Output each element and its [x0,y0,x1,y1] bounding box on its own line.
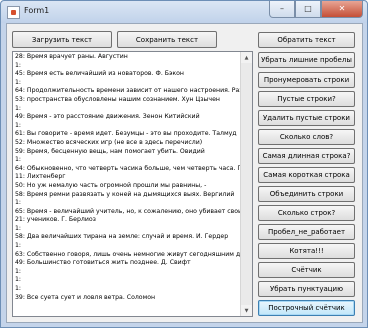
memo-line: 21: учеников. Г. Берлиоз [15,216,96,224]
load-text-button[interactable]: Загрузить текст [12,31,112,48]
memo-line: 1: [15,267,22,275]
caption-buttons: – □ ✕ [269,1,363,18]
memo-line: 1: [15,276,22,284]
memo-line: 64: Продолжительность времени зависит от… [15,87,243,95]
space-not-working-button[interactable]: Пробел_не_работает [258,224,355,240]
longest-line-button[interactable]: Самая длинная строка? [258,148,355,164]
vertical-scrollbar[interactable]: ▲ ▼ [240,52,252,316]
memo-line: 1: [15,224,22,232]
scroll-up-arrow-icon[interactable]: ▲ [241,52,252,63]
line-count-button[interactable]: Сколько строк? [258,205,355,221]
memo-line: 1: [15,199,22,207]
memo-line: 50: Но уж немалую часть огромной прошли … [15,181,207,189]
reverse-text-button[interactable]: Обратить текст [258,32,355,48]
memo-line: 65: Время - величайший учитель, но, к со… [15,207,243,215]
app-icon[interactable] [7,6,20,19]
kittens-button[interactable]: Котята!!! [258,243,355,259]
window-title: Form1 [24,6,50,15]
memo-line: 1: [15,285,22,293]
memo-line: 11: Лихтенберг [15,173,66,181]
minimize-button[interactable]: – [269,1,295,18]
memo-line: 1: [15,78,22,86]
line-counter-button[interactable]: Построчный счётчик [258,300,355,316]
close-button[interactable]: ✕ [321,1,363,18]
memo-line: 52: Множество всяческих игр (не все в зд… [15,138,203,146]
memo-line: 28: Время врачует раны. Августин [15,53,128,60]
memo-line: 58: Два величайших тирана на земле: случ… [15,233,229,241]
join-lines-button[interactable]: Объединить строки [258,186,355,202]
memo-line: 53: пространства обусловлены нашим созна… [15,95,220,103]
memo-line: 58: Время ремни развязать у коней на дым… [15,190,235,198]
shortest-line-button[interactable]: Самая короткая строка [258,167,355,183]
remove-extra-spaces-button[interactable]: Убрать лишние пробелы [258,52,355,68]
counter-button[interactable]: Счётчик [258,262,355,278]
memo-lines: 28: Время врачует раны. Августин 1: 45: Вр… [15,53,243,302]
scroll-down-arrow-icon[interactable]: ▼ [241,305,252,316]
title-bar[interactable]: Form1 – □ ✕ [1,1,367,23]
empty-lines-button[interactable]: Пустые строки? [258,91,355,107]
text-memo[interactable]: 28: Время врачует раны. Августин 1: 45: Вр… [12,51,253,317]
word-count-button[interactable]: Сколько слов? [258,129,355,145]
memo-line: 63: Собственно говоря, лишь очень немног… [15,250,243,258]
memo-line: 64: Обыкновенно, что четверть часика бол… [15,164,243,172]
memo-line: 1: [15,242,22,250]
maximize-button[interactable]: □ [295,1,321,18]
memo-line: 45: Время есть величайший из новаторов. … [15,70,184,78]
form-client-area: Загрузить текст Сохранить текст 28: Врем… [6,23,363,323]
memo-line: 1: [15,156,22,164]
number-lines-button[interactable]: Пронумеровать строки [258,72,355,88]
memo-line: 61: Вы говорите - время идет. Безумцы - … [15,130,237,138]
main-window: Form1 – □ ✕ Загрузить текст Сохранить те… [0,0,368,328]
memo-line: 1: [15,61,22,69]
memo-line: 1: [15,104,22,112]
memo-line: 49: Время - это расстояние движения. Зен… [15,113,200,121]
delete-empty-lines-button[interactable]: Удалить пустые строки [258,110,355,126]
memo-line: 1: [15,121,22,129]
save-text-button[interactable]: Сохранить текст [117,31,217,48]
remove-punctuation-button[interactable]: Убрать пунктуацию [258,281,355,297]
memo-line: 39: Все суета сует и ловля ветра. Соломо… [15,293,156,301]
memo-line: 59: Время, бесценную вещь, нам помогает … [15,147,205,155]
memo-line: 49: Большинство готовиться жить позднее.… [15,259,191,267]
